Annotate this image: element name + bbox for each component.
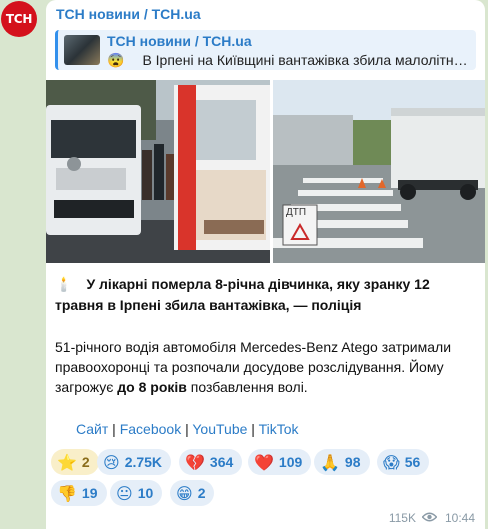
headline: 🕯️ У лікарні померла 8-річна дівчинка, як… [55, 274, 480, 315]
photo-ambulance-image [46, 80, 270, 263]
reaction-heart[interactable]: ❤️ 109 [248, 449, 312, 475]
fear-emoji-icon: 😨 [107, 52, 125, 68]
dtp-sign-label: ДТП [286, 207, 307, 218]
link-separator: | [108, 421, 120, 437]
candle-emoji-icon: 🕯️ [55, 277, 73, 293]
reaction-scream[interactable]: 😱 56 [377, 449, 430, 475]
thumbs-down-icon: 👎 [57, 483, 77, 503]
channel-avatar[interactable]: ТСН [1, 1, 37, 37]
view-count: 115K [388, 511, 416, 525]
reply-preview[interactable]: ТСН новини / TCH.ua 😨 В Ірпені на Київщин… [55, 30, 476, 70]
reaction-broken-heart[interactable]: 💔 364 [179, 449, 243, 475]
body-part2: позбавлення волі. [186, 379, 308, 395]
reply-text: 😨 В Ірпені на Київщині вантажівка збила м… [107, 52, 472, 69]
photo-ambulance[interactable] [46, 80, 270, 263]
reaction-neutral[interactable]: 😐 10 [110, 480, 163, 506]
reaction-thumbs-down[interactable]: 👎 19 [51, 480, 107, 506]
headline-text: У лікарні померла 8-річна дівчинка, яку … [55, 276, 430, 313]
body-bold: до 8 років [117, 379, 187, 395]
eye-icon [421, 511, 438, 525]
reaction-star[interactable]: ⭐ 2 [51, 449, 99, 475]
link-facebook[interactable]: Facebook [120, 421, 181, 437]
reaction-crying[interactable]: 😢 2.75K [97, 449, 172, 475]
reply-snippet: В Ірпені на Київщині вантажівка збила ма… [142, 52, 472, 68]
reaction-count: 2.75K [124, 454, 163, 470]
reaction-count: 56 [404, 454, 421, 470]
link-youtube[interactable]: YouTube [192, 421, 247, 437]
channel-name[interactable]: ТСН новини / TCH.ua [56, 6, 201, 22]
pray-hands-icon: 🙏 [320, 452, 340, 472]
scream-face-icon: 😱 [383, 452, 400, 472]
reaction-count: 2 [81, 454, 90, 470]
broken-heart-icon: 💔 [185, 452, 205, 472]
star-icon: ⭐ [57, 452, 77, 472]
photo-crosswalk-image [273, 80, 485, 263]
link-site[interactable]: Сайт [76, 421, 108, 437]
reaction-count: 364 [209, 454, 234, 470]
crying-face-icon: 😢 [103, 452, 120, 472]
link-separator: | [181, 421, 193, 437]
neutral-face-icon: 😐 [116, 483, 133, 503]
reply-thumbnail [64, 35, 100, 65]
link-tiktok[interactable]: TikTok [259, 421, 299, 437]
message-time: 10:44 [444, 511, 475, 525]
link-separator: | [247, 421, 259, 437]
reaction-count: 2 [197, 485, 206, 501]
reaction-count: 19 [81, 485, 98, 501]
body-text: 51-річного водія автомобіля Mercedes-Ben… [55, 337, 480, 397]
reply-title: ТСН новини / TCH.ua [107, 33, 252, 49]
reaction-count: 10 [137, 485, 154, 501]
photo-crosswalk[interactable]: ДТП [273, 80, 485, 263]
message-bubble: ТСН новини / TCH.ua ТСН новини / TCH.ua … [46, 0, 485, 529]
reaction-count: 98 [344, 454, 361, 470]
grin-face-icon: 😁 [176, 483, 193, 503]
reaction-pray[interactable]: 🙏 98 [314, 449, 370, 475]
heart-icon: ❤️ [254, 452, 274, 472]
reaction-grin[interactable]: 😁 2 [170, 480, 215, 506]
reaction-count: 109 [278, 454, 303, 470]
message-meta: 115K 10:44 [389, 511, 475, 525]
social-links: Сайт | Facebook | YouTube | TikTok [76, 421, 299, 437]
